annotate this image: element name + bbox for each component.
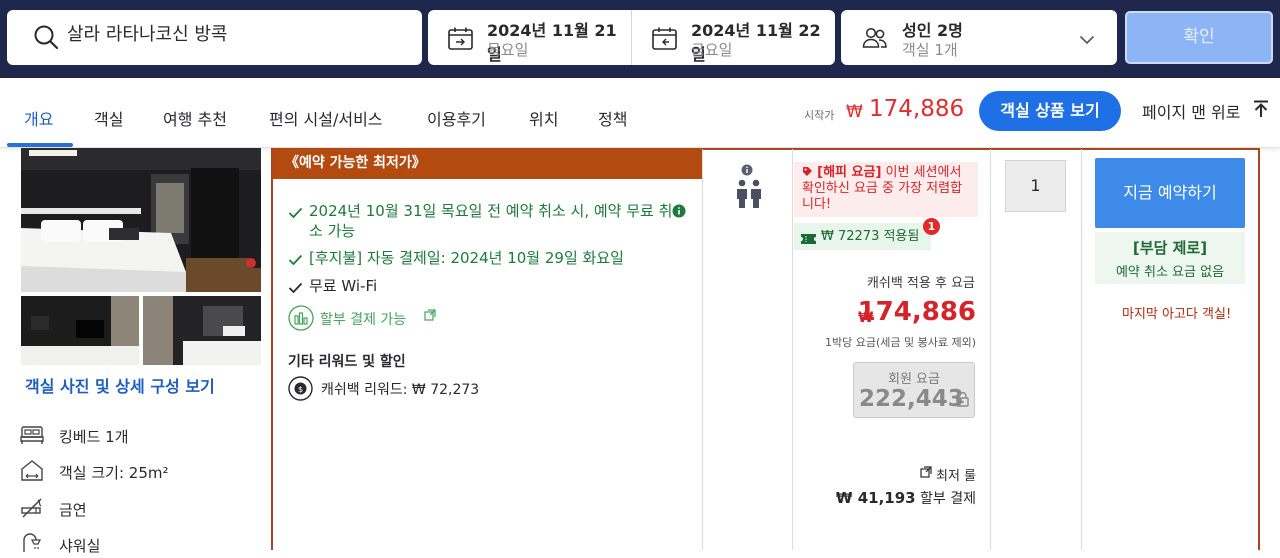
svg-text:$: $ xyxy=(298,385,303,394)
checkin-day: 목요일 xyxy=(487,41,529,59)
member-price: 222,443 xyxy=(859,386,964,412)
shower-icon xyxy=(20,532,44,558)
search-confirm-button[interactable]: 확인 xyxy=(1125,11,1273,64)
book-now-button[interactable]: 지금 예약하기 xyxy=(1095,158,1245,228)
last-room-notice: 마지막 아고다 객실! xyxy=(1122,307,1232,322)
calendar-checkout-icon xyxy=(652,27,678,55)
tag-icon xyxy=(803,167,812,176)
tab-facilities[interactable]: 편의 시설/서비스 xyxy=(269,106,383,130)
no-cost-text: 예약 취소 요금 없음 xyxy=(1115,265,1225,280)
after-cashback-label: 캐쉬백 적용 후 요금 xyxy=(866,276,975,291)
amenity-label: 금연 xyxy=(59,501,87,519)
check-icon xyxy=(288,279,303,299)
installment-text: 할부 결제 가능 xyxy=(320,312,407,328)
cashback-icon: $ xyxy=(288,376,313,405)
lock-icon xyxy=(956,391,969,411)
occupancy-info-icon[interactable] xyxy=(741,161,753,180)
checkout-day: 금요일 xyxy=(691,41,733,59)
extra-rewards-title: 기타 리워드 및 할인 xyxy=(288,354,406,370)
cashback-text: 캐쉬백 리워드: ₩ 72,273 xyxy=(321,382,480,398)
date-picker: 2024년 11월 21일 목요일 2024년 11월 22일 금요일 xyxy=(428,10,835,65)
coupon-applied-tag[interactable]: ₩ 72273 적용됨 xyxy=(794,223,931,250)
installment-amount: ₩ 41,193 할부 결제 xyxy=(836,488,976,508)
bed-icon xyxy=(20,423,44,449)
room-photo-main[interactable] xyxy=(21,148,261,292)
column-divider xyxy=(990,149,991,550)
property-tab-bar: 개요 객실 여행 추천 편의 시설/서비스 이용후기 위치 정책 시작가 ₩ 1… xyxy=(0,78,1280,148)
column-divider xyxy=(1081,149,1082,550)
offer-header: 《예약 가능한 최저가》 xyxy=(273,149,702,179)
column-divider xyxy=(792,149,793,550)
check-icon xyxy=(288,251,303,271)
checkin-field[interactable]: 2024년 11월 21일 목요일 xyxy=(428,10,631,65)
active-tab-indicator xyxy=(7,143,73,147)
start-price-currency: ₩ xyxy=(846,102,863,122)
member-price-label: 회원 요금 xyxy=(888,372,940,387)
installment-icon xyxy=(288,305,314,335)
happy-rate-banner: [해피 요금] 이번 세션에서 확인하신 요금 중 가장 저렴합니다! xyxy=(794,162,978,217)
amenity-label: 샤워실 xyxy=(59,537,101,555)
back-to-top-link[interactable]: 페이지 맨 위로 xyxy=(1142,99,1241,123)
start-price-amount: 174,886 xyxy=(869,96,965,122)
start-price-label: 시작가 xyxy=(804,109,835,122)
lowest-rule-link[interactable]: 최저 룰 xyxy=(920,465,976,484)
check-icon xyxy=(288,204,303,224)
tab-rooms[interactable]: 객실 xyxy=(94,106,123,130)
destination-field[interactable]: 살라 라타나코신 방콕 xyxy=(7,10,422,65)
room-photo-thumb-1[interactable] xyxy=(21,296,139,365)
condition-text: [후지불] 자동 결제일: 2024년 10월 29일 화요일 xyxy=(309,249,624,267)
room-quantity-select[interactable]: 1 xyxy=(1005,160,1066,212)
room-photo-thumb-2[interactable] xyxy=(143,296,261,365)
two-adults-icon xyxy=(735,179,763,213)
rooms-count: 객실 1개 xyxy=(902,41,958,59)
room-details-link[interactable]: 객실 사진 및 상세 구성 보기 xyxy=(25,373,215,397)
tab-overview[interactable]: 개요 xyxy=(24,106,53,130)
happy-rate-tag: [해피 요금] xyxy=(817,165,882,180)
coupon-text: ₩ 72273 적용됨 xyxy=(821,229,920,244)
tab-recommendations[interactable]: 여행 추천 xyxy=(163,106,227,130)
arrow-up-icon[interactable] xyxy=(1253,100,1269,122)
checkout-field[interactable]: 2024년 11월 22일 금요일 xyxy=(632,10,835,65)
info-icon[interactable] xyxy=(672,203,686,223)
member-price-box[interactable]: 회원 요금 222,443 xyxy=(853,362,975,418)
tab-policies[interactable]: 정책 xyxy=(598,106,627,130)
search-icon xyxy=(33,24,59,54)
no-cost-title: [부담 제로] xyxy=(1132,239,1208,257)
amenity-label: 킹베드 1개 xyxy=(59,428,129,446)
guests-icon xyxy=(862,26,888,54)
room-price: 174,886 xyxy=(857,297,976,327)
guests-count: 성인 2명 xyxy=(902,21,963,40)
external-link-icon xyxy=(424,309,436,325)
per-night-note: 1박당 요금(세금 및 봉사료 제외) xyxy=(824,336,976,349)
room-size-icon xyxy=(20,459,44,485)
search-bar: 살라 라타나코신 방콕 2024년 11월 21일 목요일 2024년 11월 … xyxy=(0,0,1280,78)
destination-value: 살라 라타나코신 방콕 xyxy=(67,24,228,45)
installment-suffix: 할부 결제 xyxy=(915,491,976,507)
coupon-icon xyxy=(800,229,817,256)
view-rooms-button[interactable]: 객실 상품 보기 xyxy=(979,91,1121,131)
calendar-checkin-icon xyxy=(448,27,474,55)
external-link-icon xyxy=(920,466,932,482)
chevron-down-icon xyxy=(1079,30,1095,49)
amenity-label: 객실 크기: 25m² xyxy=(59,464,169,482)
guests-field[interactable]: 성인 2명 객실 1개 xyxy=(841,10,1117,65)
wifi-text: 무료 Wi-Fi xyxy=(309,277,378,295)
tab-location[interactable]: 위치 xyxy=(529,106,558,130)
column-divider xyxy=(702,149,703,550)
no-smoking-icon xyxy=(20,496,44,522)
condition-text: 2024년 10월 31일 목요일 전 예약 취소 시, 예약 무료 취소 가능 xyxy=(309,202,673,240)
installment-value: ₩ 41,193 xyxy=(835,489,916,507)
no-cost-cancellation-box: [부담 제로] 예약 취소 요금 없음 xyxy=(1095,232,1245,284)
coupon-count-badge: 1 xyxy=(923,218,940,235)
tab-reviews[interactable]: 이용후기 xyxy=(427,106,486,130)
